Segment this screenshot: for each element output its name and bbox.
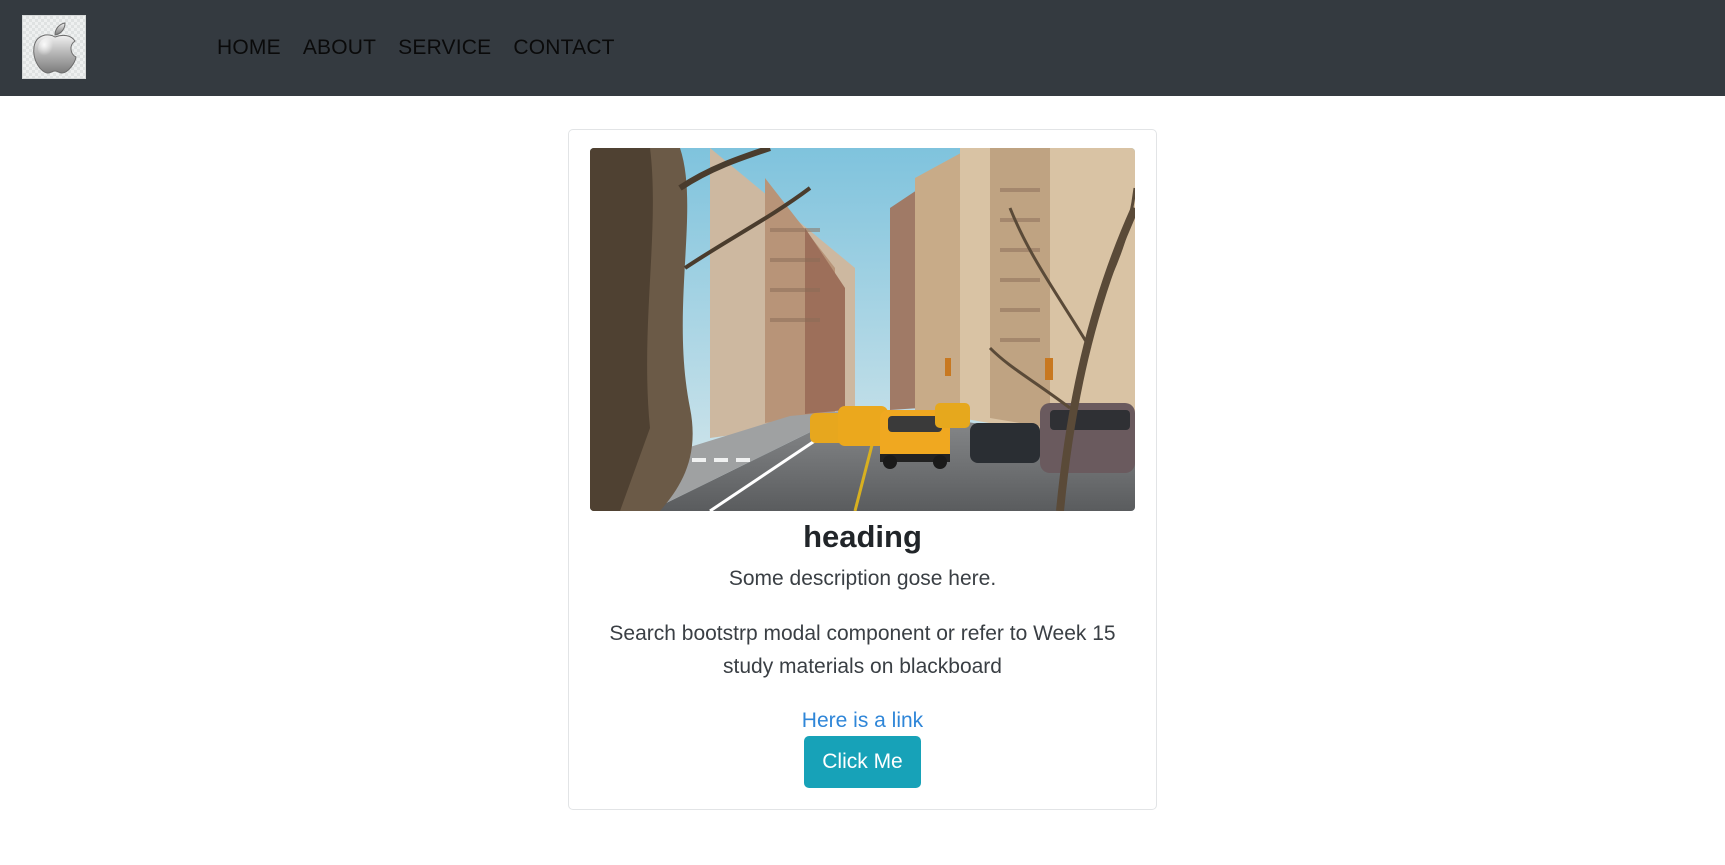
click-me-button[interactable]: Click Me xyxy=(804,736,921,788)
nav-link-about[interactable]: ABOUT xyxy=(303,34,376,62)
card-instruction-text: Search bootstrp modal component or refer… xyxy=(609,622,1116,678)
card-description: Some description gose here. xyxy=(728,567,997,590)
nav-link-service[interactable]: SERVICE xyxy=(398,34,491,62)
nav-link-contact[interactable]: CONTACT xyxy=(513,34,614,62)
card-image xyxy=(590,148,1135,511)
city-street-image xyxy=(590,148,1135,511)
card-link[interactable]: Here is a link xyxy=(569,705,1156,737)
main-nav: HOME ABOUT SERVICE CONTACT xyxy=(217,34,637,62)
navbar: HOME ABOUT SERVICE CONTACT xyxy=(0,0,1725,96)
apple-logo-graphic xyxy=(33,22,77,74)
card-heading: heading xyxy=(803,519,922,554)
content-card: heading Some description gose here. Sear… xyxy=(568,129,1157,810)
apple-logo-icon[interactable] xyxy=(22,15,86,79)
nav-link-home[interactable]: HOME xyxy=(217,34,281,62)
